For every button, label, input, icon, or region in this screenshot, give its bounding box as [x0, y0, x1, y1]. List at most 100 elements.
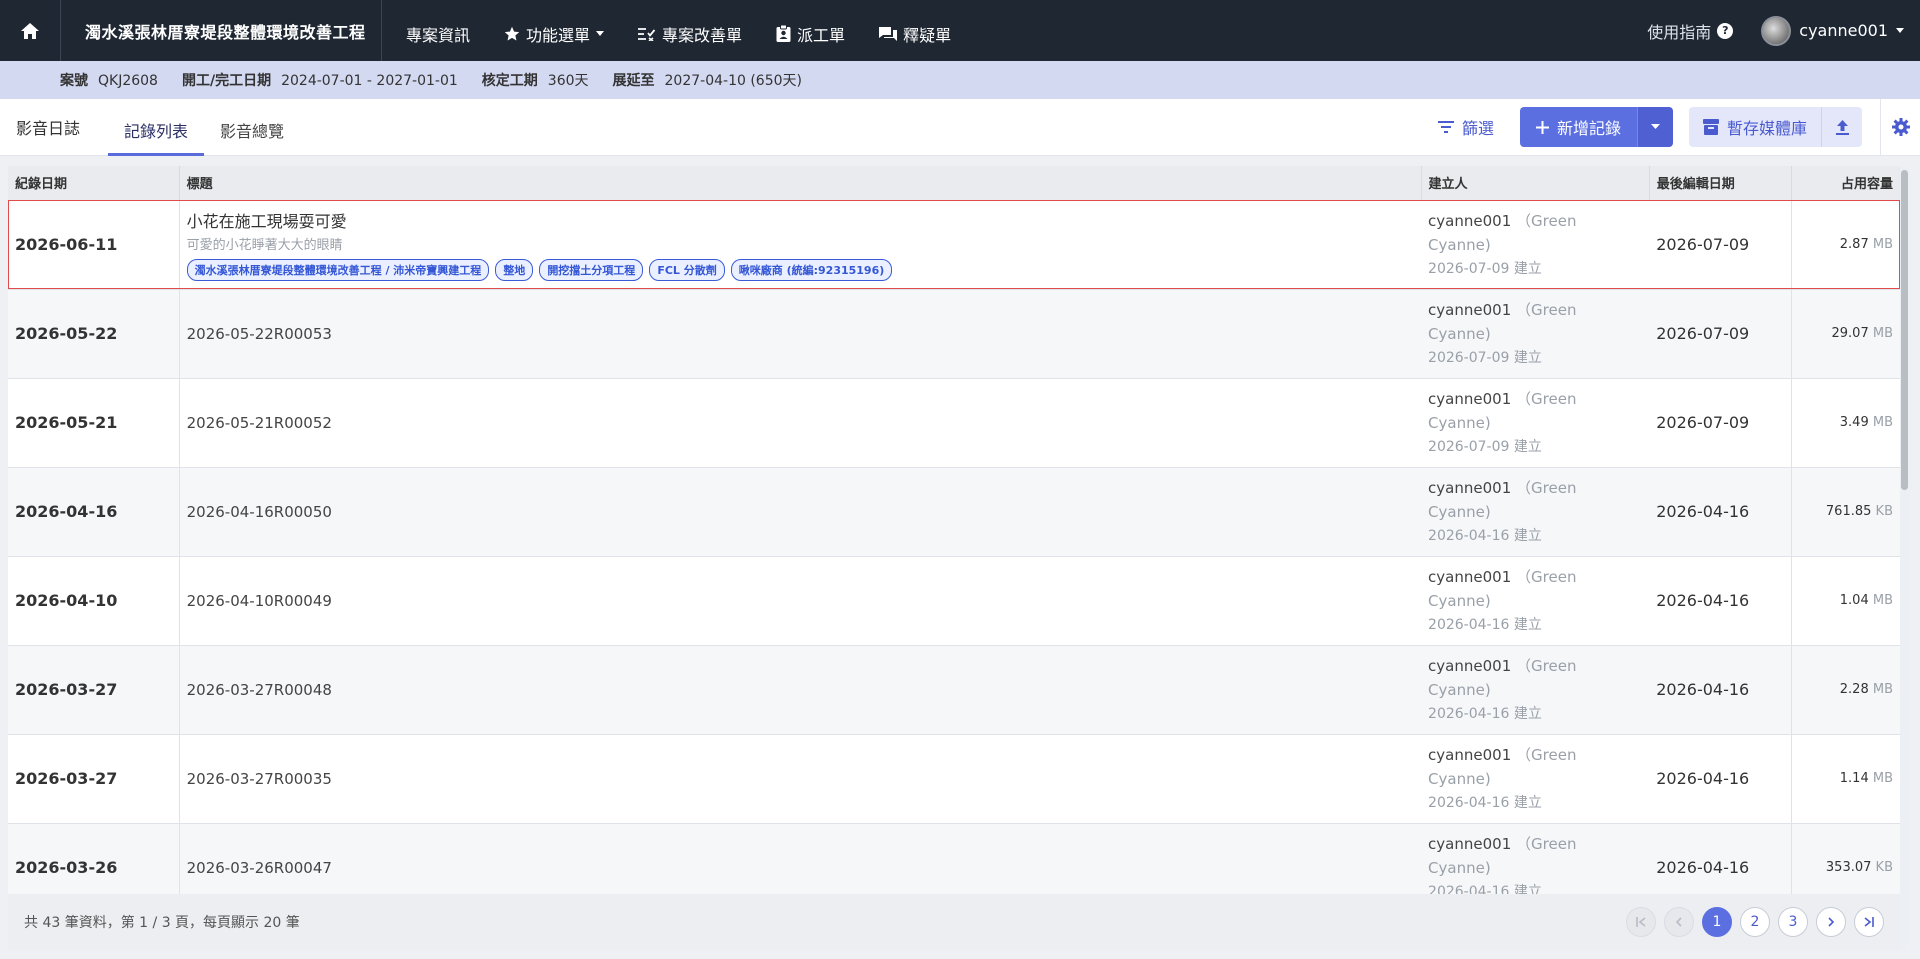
creator-username: cyanne001: [1428, 389, 1512, 408]
home-button[interactable]: [0, 0, 61, 61]
nav-improvement-order[interactable]: 專案改善單: [638, 0, 742, 61]
record-title: 2026-03-27R00035: [179, 734, 1422, 824]
nav-clarification-order[interactable]: 釋疑單: [879, 0, 951, 61]
record-creator: cyanne001 （Green Cyanne) 2026-04-16 建立: [1421, 556, 1650, 646]
table-row[interactable]: 2026-05-22 2026-05-22R00053 cyanne001 （G…: [8, 289, 1900, 379]
last-edited-date: 2026-07-09: [1649, 200, 1793, 290]
tag-project: 濁水溪張林厝寮堤段整體環境改善工程 / 沛米帝寶興建工程: [186, 259, 490, 281]
table-row[interactable]: 2026-03-27 2026-03-27R00048 cyanne001 （G…: [8, 645, 1900, 735]
project-title[interactable]: 濁水溪張林厝寮堤段整體環境改善工程: [61, 0, 382, 61]
page-1-button[interactable]: 1: [1702, 907, 1732, 937]
tab-record-list[interactable]: 記錄列表: [108, 99, 205, 156]
record-creator: cyanne001 （Green Cyanne) 2026-07-09 建立: [1421, 289, 1650, 379]
record-subtitle: 可愛的小花睜著大大的眼睛: [186, 238, 343, 253]
table-row[interactable]: 2026-05-21 2026-05-21R00052 cyanne001 （G…: [8, 378, 1900, 468]
module-title: 影音日誌: [16, 119, 81, 138]
tag-material: FCL 分散劑: [649, 259, 725, 281]
record-title: 2026-03-27R00048: [179, 645, 1422, 735]
temp-media-library-button[interactable]: 暫存媒體庫: [1689, 107, 1822, 147]
chevron-right-icon: [1828, 917, 1835, 927]
avatar: [1761, 15, 1792, 46]
creator-username: cyanne001: [1428, 745, 1512, 764]
records-table-card: 紀錄日期 標題 建立人 最後編輯日期 占用容量 2026-06-11 小花在施工…: [8, 166, 1909, 950]
record-title: 2026-04-16R00050: [179, 467, 1422, 557]
star-icon: [504, 26, 520, 41]
creator-username: cyanne001: [1428, 478, 1512, 497]
add-record-group: 新增記錄: [1519, 107, 1673, 147]
settings-button[interactable]: [1880, 98, 1920, 156]
temp-media-group: 暫存媒體庫: [1688, 107, 1862, 147]
table-row[interactable]: 2026-04-16 2026-04-16R00050 cyanne001 （G…: [8, 467, 1900, 557]
project-period: 開工/完工日期 2024-07-01 - 2027-01-01: [181, 73, 458, 89]
column-header-size[interactable]: 占用容量: [1791, 166, 1900, 201]
record-date: 2026-04-10: [8, 556, 180, 646]
table-row[interactable]: 2026-03-27 2026-03-27R00035 cyanne001 （G…: [8, 734, 1900, 824]
table-row[interactable]: 2026-06-11 小花在施工現場耍可愛 可愛的小花睜著大大的眼睛 濁水溪張林…: [8, 200, 1900, 290]
last-edited-date: 2026-07-09: [1649, 289, 1793, 379]
home-icon: [21, 22, 39, 39]
filter-button[interactable]: 篩選: [1437, 115, 1494, 139]
column-header-title[interactable]: 標題: [179, 166, 1422, 201]
created-date: 2026-07-09 建立: [1428, 260, 1542, 277]
chat-bubbles-icon: [879, 26, 898, 41]
creator-username: cyanne001: [1428, 300, 1512, 319]
table-scrollbar[interactable]: [1900, 166, 1909, 950]
tag-vendor: 啾咪廠商 (統編:92315196): [730, 259, 893, 281]
record-size: 1.04 MB: [1791, 556, 1900, 646]
first-page-icon: [1636, 917, 1646, 927]
tag-list: 濁水溪張林厝寮堤段整體環境改善工程 / 沛米帝寶興建工程 整地 開挖擋土分項工程…: [186, 259, 1414, 281]
case-number: 案號 QKJ2608: [60, 73, 158, 89]
user-guide-link[interactable]: 使用指南 ?: [1647, 19, 1734, 43]
last-edited-date: 2026-04-16: [1649, 734, 1793, 824]
record-title-cell: 小花在施工現場耍可愛 可愛的小花睜著大大的眼睛 濁水溪張林厝寮堤段整體環境改善工…: [179, 200, 1422, 290]
record-date: 2026-05-21: [8, 378, 180, 468]
record-date: 2026-05-22: [8, 289, 180, 379]
record-creator: cyanne001 （Green Cyanne) 2026-04-16 建立: [1421, 467, 1650, 557]
record-creator: cyanne001 （Green Cyanne) 2026-04-16 建立: [1421, 734, 1650, 824]
tag-work-item: 整地: [495, 259, 534, 281]
page-3-button[interactable]: 3: [1778, 907, 1808, 937]
username: cyanne001: [1799, 21, 1888, 40]
caret-down-icon: [596, 30, 605, 36]
add-record-button[interactable]: 新增記錄: [1519, 107, 1637, 147]
prev-page-button[interactable]: [1664, 907, 1694, 937]
nav-dispatch-order[interactable]: 派工單: [776, 0, 845, 61]
records-table: 紀錄日期 標題 建立人 最後編輯日期 占用容量 2026-06-11 小花在施工…: [8, 166, 1900, 913]
page-2-button[interactable]: 2: [1740, 907, 1770, 937]
record-size: 2.87 MB: [1791, 200, 1900, 290]
caret-down-icon: [1650, 124, 1660, 129]
tab-media-overview[interactable]: 影音總覽: [204, 99, 300, 156]
first-page-button[interactable]: [1626, 907, 1656, 937]
upload-button[interactable]: [1822, 107, 1862, 147]
record-size: 29.07 MB: [1791, 289, 1900, 379]
table-row[interactable]: 2026-04-10 2026-04-10R00049 cyanne001 （G…: [8, 556, 1900, 646]
upload-icon: [1835, 119, 1849, 135]
approved-duration: 核定工期 360天: [481, 73, 589, 89]
created-date: 2026-04-16 建立: [1428, 616, 1542, 633]
creator-username: cyanne001: [1428, 211, 1512, 230]
chevron-left-icon: [1675, 917, 1682, 927]
record-size: 3.49 MB: [1791, 378, 1900, 468]
plus-icon: [1535, 120, 1549, 134]
next-page-button[interactable]: [1816, 907, 1846, 937]
column-header-date[interactable]: 紀錄日期: [8, 166, 180, 201]
last-edited-date: 2026-07-09: [1649, 378, 1793, 468]
add-record-dropdown[interactable]: [1636, 107, 1673, 147]
created-date: 2026-04-16 建立: [1428, 705, 1542, 722]
creator-username: cyanne001: [1428, 834, 1512, 853]
user-menu[interactable]: cyanne001: [1761, 15, 1904, 46]
record-title: 2026-04-10R00049: [179, 556, 1422, 646]
last-page-button[interactable]: [1854, 907, 1884, 937]
extended-until: 展延至 2027-04-10 (650天): [612, 73, 802, 89]
creator-username: cyanne001: [1428, 567, 1512, 586]
column-header-creator[interactable]: 建立人: [1421, 166, 1650, 201]
created-date: 2026-04-16 建立: [1428, 527, 1542, 544]
nav-project-info[interactable]: 專案資訊: [406, 0, 470, 61]
nav-function-menu[interactable]: 功能選單: [504, 0, 605, 61]
scrollbar-thumb[interactable]: [1901, 170, 1908, 490]
column-header-last-edited[interactable]: 最後編輯日期: [1649, 166, 1793, 201]
checklist-icon: [638, 27, 656, 41]
creator-username: cyanne001: [1428, 656, 1512, 675]
caret-down-icon: [1896, 27, 1904, 33]
record-size: 1.14 MB: [1791, 734, 1900, 824]
